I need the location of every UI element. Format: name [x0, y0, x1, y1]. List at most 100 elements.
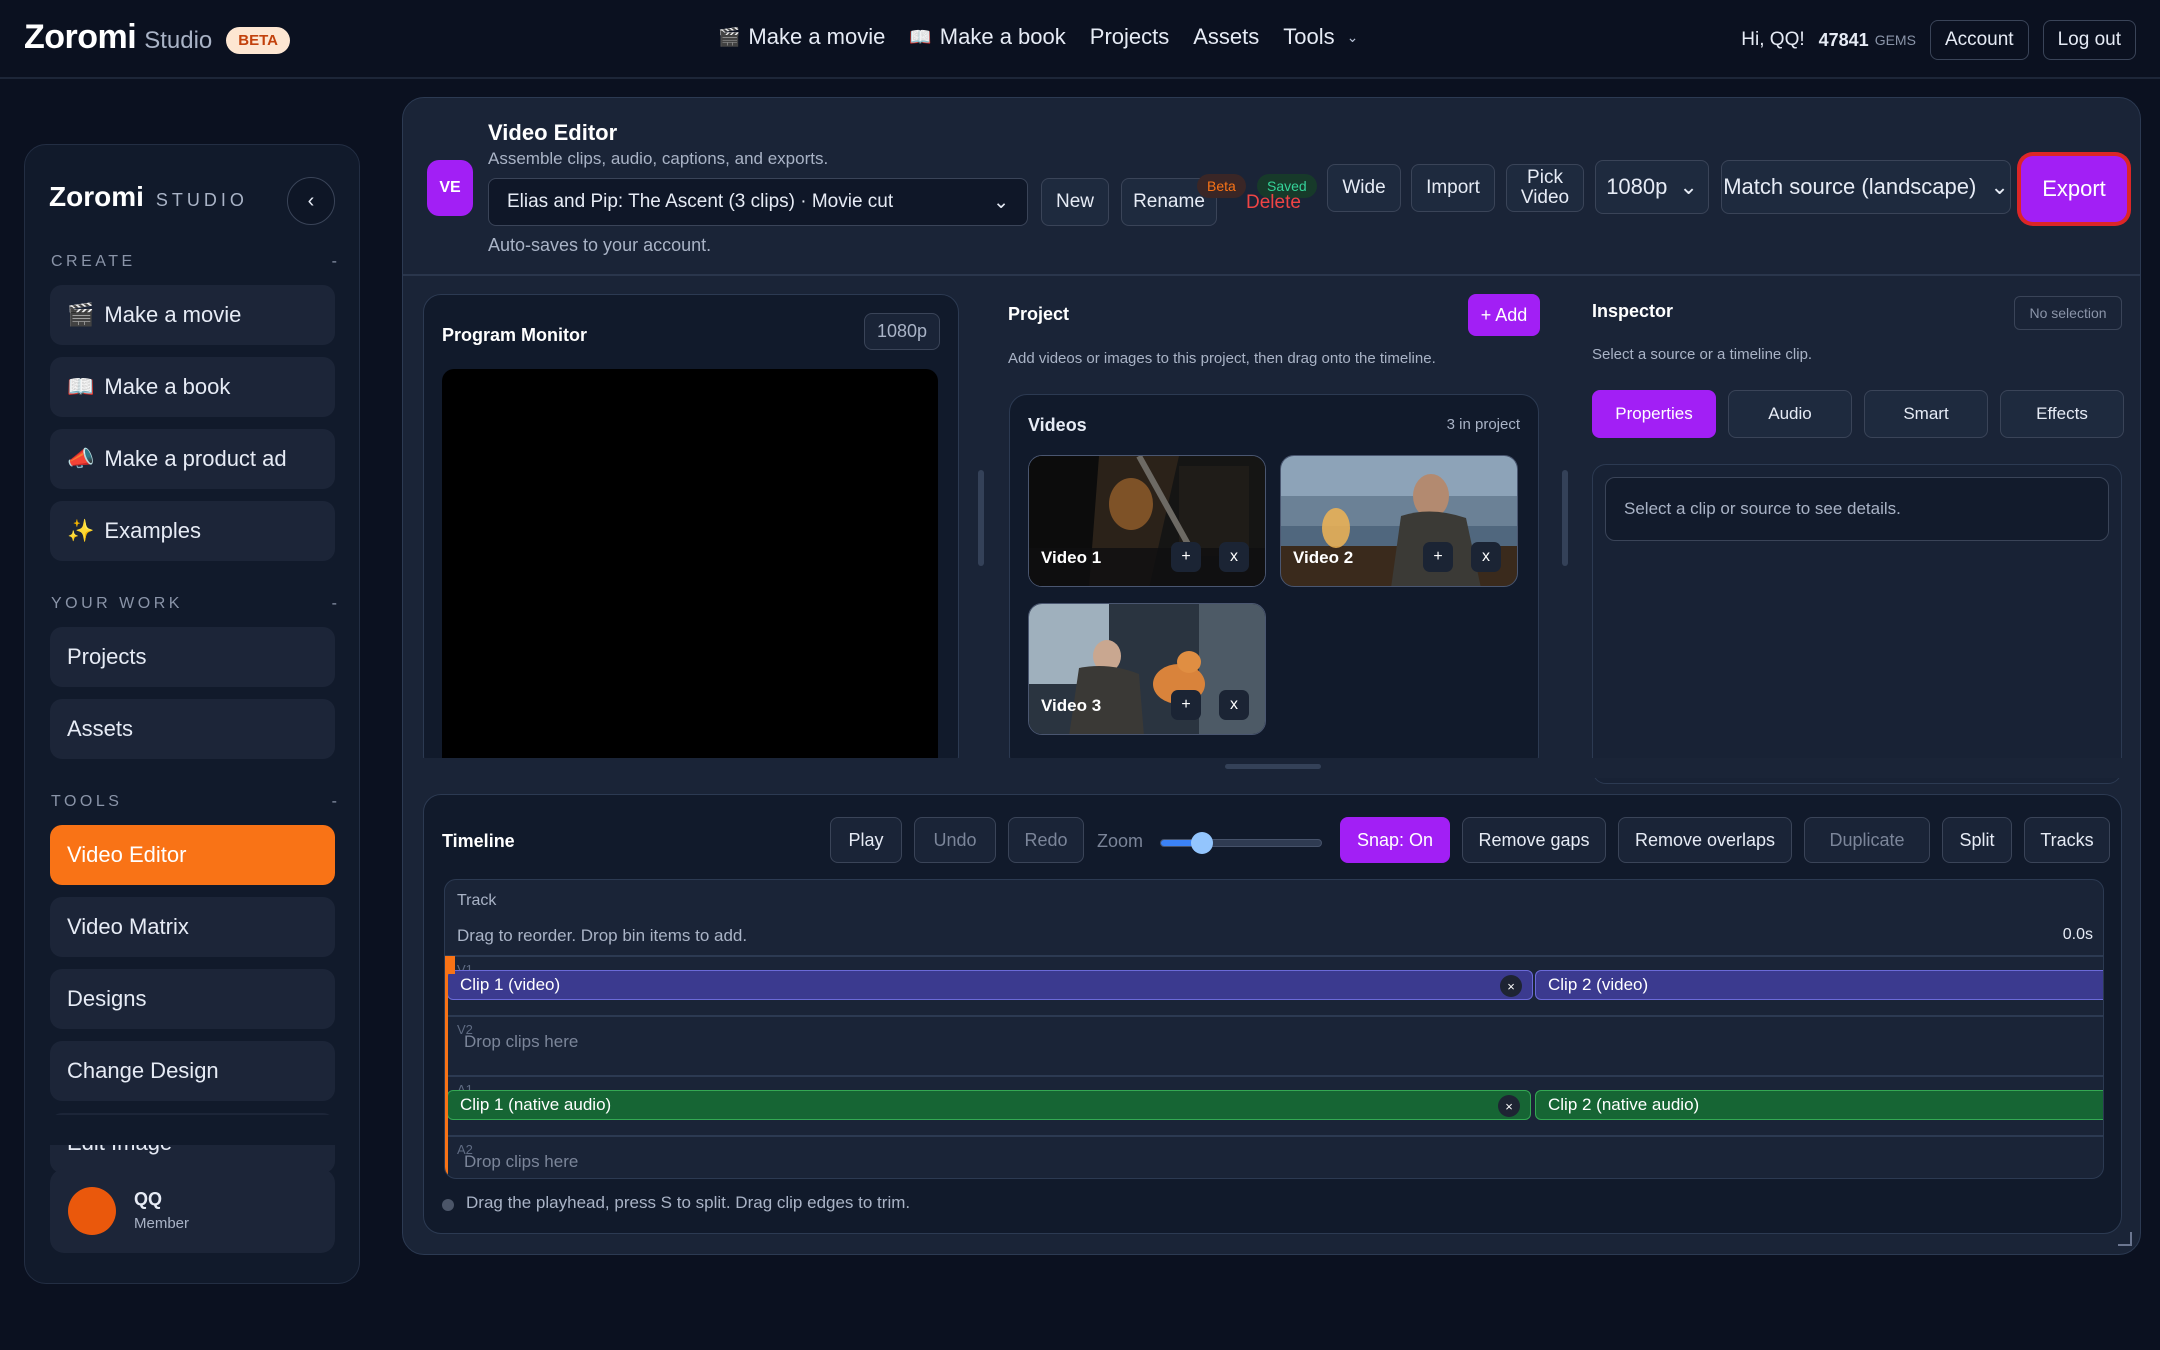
split-button[interactable]: Split: [1942, 817, 2012, 863]
sidebar-item-make-movie[interactable]: 🎬 Make a movie: [50, 285, 335, 345]
playhead[interactable]: [445, 956, 448, 1176]
sidebar-item-examples[interactable]: ✨ Examples: [50, 501, 335, 561]
sidebar-item-designs[interactable]: Designs: [50, 969, 335, 1029]
resolution-select[interactable]: 1080p ⌄: [1595, 160, 1709, 214]
monitor-resolution[interactable]: 1080p: [863, 313, 940, 350]
remove-clip-button[interactable]: ×: [1500, 975, 1522, 997]
timeline-clip-audio-2[interactable]: Clip 2 (native audio): [1535, 1090, 2103, 1120]
sidebar-item-assets[interactable]: Assets: [50, 699, 335, 759]
editor-badge: VE: [427, 160, 473, 216]
sparkles-icon: ✨: [67, 518, 95, 543]
section-create-toggle[interactable]: -: [332, 253, 337, 271]
clip-label: Clip 2 (video): [1548, 975, 1649, 994]
program-monitor: Program Monitor 1080p: [423, 294, 959, 774]
resize-grip-icon[interactable]: [2118, 1232, 2132, 1246]
nav-projects[interactable]: Projects: [1090, 24, 1169, 50]
sidebar-item-label: Projects: [67, 644, 147, 669]
account-button[interactable]: Account: [1929, 20, 2029, 60]
lane-divider: [445, 1135, 2103, 1137]
sidebar-item-label: Assets: [67, 716, 134, 741]
section-tools-toggle[interactable]: -: [332, 793, 337, 811]
sidebar: Zoromi STUDIO ‹ CREATE - 🎬 Make a movie …: [24, 144, 360, 1284]
section-work-label: YOUR WORK: [51, 595, 183, 612]
section-work-toggle[interactable]: -: [332, 595, 337, 613]
timeline-hint: Drag the playhead, press S to split. Dra…: [466, 1193, 911, 1212]
project-select[interactable]: Elias and Pip: The Ascent (3 clips) · Mo…: [488, 178, 1028, 226]
sidebar-item-make-book[interactable]: 📖 Make a book: [50, 357, 335, 417]
chevron-down-icon: ⌄: [1679, 174, 1698, 200]
sidebar-brand: Zoromi STUDIO: [49, 181, 248, 213]
sidebar-scroll-mask: [25, 1115, 359, 1145]
timeline-clip-video-2[interactable]: Clip 2 (video): [1535, 970, 2103, 1000]
bin-item-video-2[interactable]: Video 2 + x: [1280, 455, 1518, 587]
sidebar-item-make-product-ad[interactable]: 📣 Make a product ad: [50, 429, 335, 489]
drop-zone-a2[interactable]: Drop clips here: [464, 1152, 578, 1172]
nav-make-movie[interactable]: 🎬 Make a movie: [718, 24, 885, 50]
nav-label: Make a book: [939, 24, 1066, 49]
panel-resize-handle[interactable]: [1562, 470, 1568, 566]
redo-button[interactable]: Redo: [1008, 817, 1084, 863]
undo-button[interactable]: Undo: [914, 817, 996, 863]
play-button[interactable]: Play: [830, 817, 902, 863]
sidebar-item-video-matrix[interactable]: Video Matrix: [50, 897, 335, 957]
bin-item-video-3[interactable]: Video 3 + x: [1028, 603, 1266, 735]
sidebar-item-change-design[interactable]: Change Design: [50, 1041, 335, 1101]
autosave-note: Auto-saves to your account.: [488, 235, 712, 255]
pick-video-button[interactable]: Pick Video: [1506, 164, 1584, 212]
pick-video-label-2: Video: [1520, 187, 1570, 208]
playhead-handle[interactable]: [445, 956, 455, 974]
remove-item-button[interactable]: x: [1219, 690, 1249, 720]
add-to-timeline-button[interactable]: +: [1171, 690, 1201, 720]
add-media-button[interactable]: + Add: [1468, 294, 1540, 336]
drop-zone-v2[interactable]: Drop clips here: [464, 1032, 578, 1052]
inspector-placeholder: Select a clip or source to see details.: [1605, 477, 2109, 541]
user-card[interactable]: QQ Member: [50, 1169, 335, 1253]
sidebar-brand-name: Zoromi: [49, 181, 144, 212]
zoom-slider-handle[interactable]: [1190, 832, 1213, 854]
remove-item-button[interactable]: x: [1471, 542, 1501, 572]
track-area[interactable]: Track Drag to reorder. Drop bin items to…: [444, 879, 2104, 1179]
nav-make-book[interactable]: 📖 Make a book: [909, 24, 1065, 50]
aspect-select[interactable]: Match source (landscape) ⌄: [1721, 160, 2011, 214]
tab-effects[interactable]: Effects: [2000, 390, 2124, 438]
lane-divider: [445, 955, 2103, 957]
duplicate-button[interactable]: Duplicate: [1804, 817, 1930, 863]
wide-button[interactable]: Wide: [1327, 164, 1401, 212]
remove-clip-button[interactable]: ×: [1498, 1095, 1520, 1117]
bin-item-video-1[interactable]: Video 1 + x: [1028, 455, 1266, 587]
user-nav: Hi, QQ! 47841 GEMS Account Log out: [1741, 20, 2136, 60]
export-button[interactable]: Export: [2021, 156, 2127, 222]
preview-screen[interactable]: [442, 369, 938, 773]
remove-gaps-button[interactable]: Remove gaps: [1462, 817, 1606, 863]
logout-button[interactable]: Log out: [2042, 20, 2136, 60]
timeline-clip-audio-1[interactable]: Clip 1 (native audio) ×: [447, 1090, 1531, 1120]
tab-audio[interactable]: Audio: [1728, 390, 1852, 438]
new-project-button[interactable]: New: [1041, 178, 1109, 226]
sidebar-item-projects[interactable]: Projects: [50, 627, 335, 687]
tab-properties[interactable]: Properties: [1592, 390, 1716, 438]
snap-toggle[interactable]: Snap: On: [1340, 817, 1450, 863]
panel-resize-handle[interactable]: [978, 470, 984, 566]
remove-overlaps-button[interactable]: Remove overlaps: [1618, 817, 1792, 863]
program-monitor-title: Program Monitor: [442, 325, 588, 345]
import-button[interactable]: Import: [1411, 164, 1495, 212]
brand-logo[interactable]: Zoromi Studio BETA: [24, 18, 291, 57]
tracks-button[interactable]: Tracks: [2024, 817, 2110, 863]
collapse-sidebar-button[interactable]: ‹: [287, 177, 335, 225]
pick-video-label-1: Pick: [1527, 167, 1563, 189]
zoom-slider[interactable]: [1160, 832, 1322, 854]
remove-item-button[interactable]: x: [1219, 542, 1249, 572]
nav-tools[interactable]: Tools ⌄: [1283, 24, 1358, 50]
delete-button[interactable]: Delete: [1246, 192, 1301, 214]
tab-smart[interactable]: Smart: [1864, 390, 1988, 438]
timeline-resize-handle[interactable]: [1225, 764, 1321, 769]
nav-label: Assets: [1193, 24, 1260, 49]
nav-assets[interactable]: Assets: [1193, 24, 1259, 50]
add-to-timeline-button[interactable]: +: [1423, 542, 1453, 572]
sidebar-item-label: Make a book: [104, 374, 231, 399]
bin-title: Videos: [1028, 415, 1087, 435]
sidebar-item-video-editor[interactable]: Video Editor: [50, 825, 335, 885]
add-to-timeline-button[interactable]: +: [1171, 542, 1201, 572]
aspect-value: Match source (landscape): [1723, 174, 1977, 200]
timeline-clip-video-1[interactable]: Clip 1 (video) ×: [447, 970, 1533, 1000]
